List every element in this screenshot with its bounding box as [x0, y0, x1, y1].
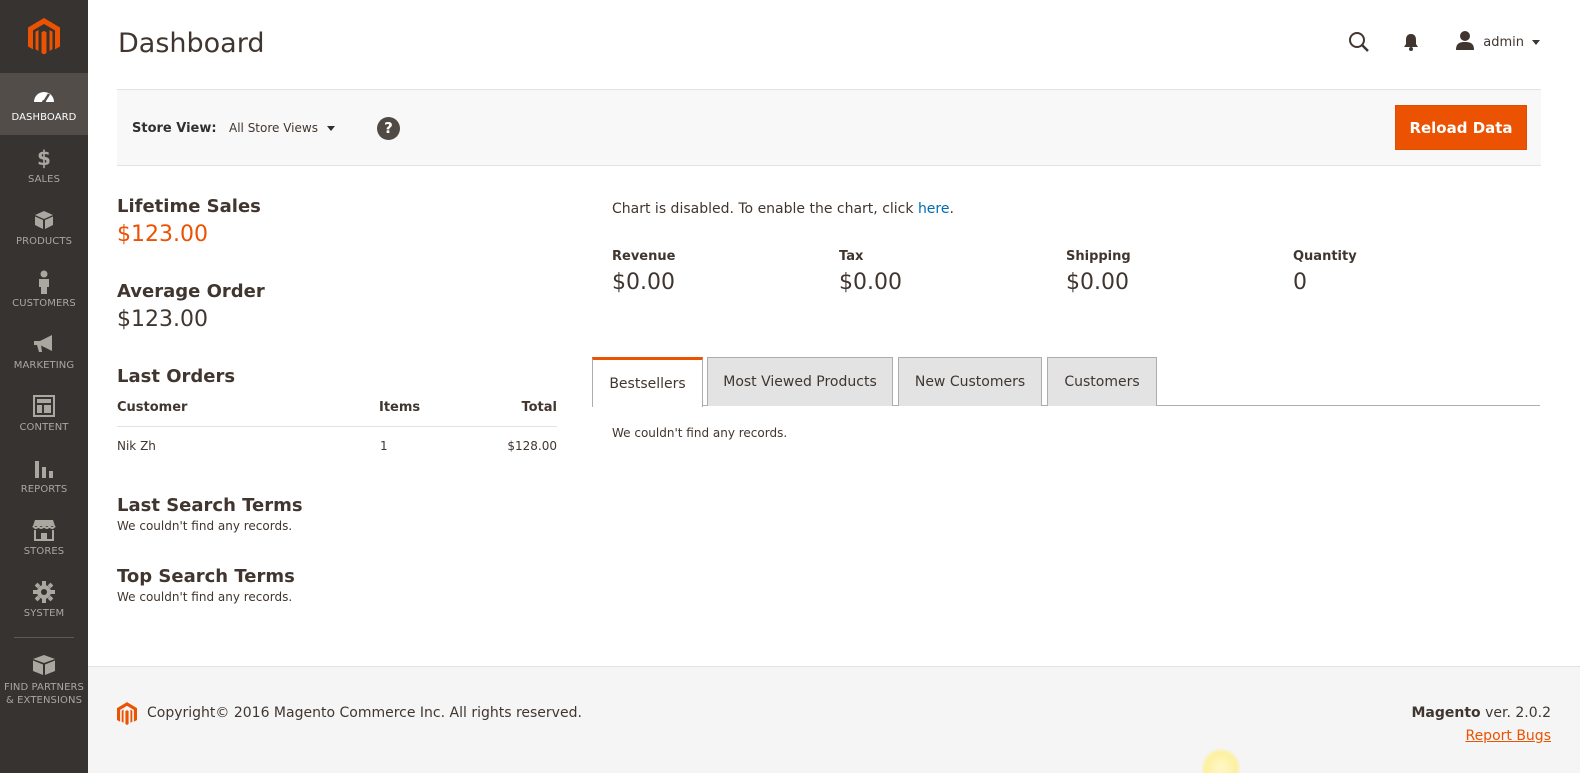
admin-username: admin — [1483, 34, 1524, 50]
tab-customers[interactable]: Customers — [1047, 357, 1157, 406]
total-value: $0.00 — [612, 270, 675, 295]
top-search-terms-title: Top Search Terms — [117, 566, 295, 587]
average-order-title: Average Order — [117, 281, 265, 302]
page-footer: Copyright© 2016 Magento Commerce Inc. Al… — [88, 666, 1580, 773]
bar-chart-icon — [33, 456, 55, 480]
dashboard-tabs: Bestsellers Most Viewed Products New Cus… — [592, 357, 1540, 407]
chart-disabled-message: Chart is disabled. To enable the chart, … — [612, 201, 954, 217]
sidebar-item-label: SYSTEM — [23, 608, 65, 619]
magento-logo-icon — [28, 17, 60, 54]
last-search-terms-empty: We couldn't find any records. — [117, 519, 293, 533]
last-search-terms-title: Last Search Terms — [117, 495, 303, 516]
sidebar-item-label: CONTENT — [19, 422, 69, 433]
sidebar-item-dashboard[interactable]: DASHBOARD — [0, 73, 88, 135]
last-orders-title: Last Orders — [117, 366, 236, 387]
layout-icon — [33, 394, 55, 418]
lifetime-sales-title: Lifetime Sales — [117, 196, 261, 217]
gear-icon — [33, 580, 55, 604]
top-search-terms-empty: We couldn't find any records. — [117, 590, 293, 604]
sidebar-item-label: DASHBOARD — [11, 112, 77, 123]
search-icon[interactable] — [1345, 28, 1373, 56]
megaphone-icon — [32, 332, 56, 356]
total-shipping: Shipping $0.00 — [1066, 249, 1131, 295]
sidebar-item-products[interactable]: PRODUCTS — [0, 197, 88, 259]
tab-most-viewed-products[interactable]: Most Viewed Products — [707, 357, 893, 406]
person-icon — [37, 270, 51, 294]
total-value: $0.00 — [839, 270, 902, 295]
header-actions: admin — [1345, 28, 1540, 56]
store-view-bar: Store View: All Store Views ? Reload Dat… — [117, 89, 1541, 166]
sidebar-item-system[interactable]: SYSTEM — [0, 569, 88, 631]
total-quantity: Quantity 0 — [1293, 249, 1357, 295]
order-items: 1 — [380, 439, 388, 453]
sidebar-item-label: PRODUCTS — [15, 236, 73, 247]
sidebar-item-label: FIND PARTNERS & EXTENSIONS — [3, 682, 85, 706]
tab-new-customers[interactable]: New Customers — [898, 357, 1042, 406]
store-view-switcher[interactable]: All Store Views — [229, 121, 335, 135]
sidebar-item-stores[interactable]: STORES — [0, 507, 88, 569]
order-customer: Nik Zh — [117, 439, 156, 453]
sidebar-item-content[interactable]: CONTENT — [0, 383, 88, 445]
sidebar-divider — [14, 637, 74, 638]
sidebar-item-label: CUSTOMERS — [12, 298, 76, 309]
bell-icon[interactable] — [1397, 28, 1425, 56]
total-revenue: Revenue $0.00 — [612, 249, 675, 295]
tab-bestsellers[interactable]: Bestsellers — [592, 357, 703, 407]
blocks-icon — [32, 653, 56, 677]
version-text: Magento ver. 2.0.2 — [1411, 705, 1551, 721]
sidebar-item-reports[interactable]: REPORTS — [0, 445, 88, 507]
sidebar-item-label: SALES — [27, 174, 61, 185]
magento-logo[interactable] — [0, 0, 88, 73]
sidebar: DASHBOARD $ SALES PRODUCTS CUSTOMERS MAR… — [0, 0, 88, 773]
total-tax: Tax $0.00 — [839, 249, 902, 295]
sidebar-item-marketing[interactable]: MARKETING — [0, 321, 88, 383]
column-header-items: Items — [379, 400, 421, 415]
box-icon — [34, 208, 54, 232]
lifetime-sales-value: $123.00 — [117, 222, 208, 247]
magento-logo-icon — [117, 702, 137, 730]
admin-user-menu[interactable]: admin — [1455, 30, 1540, 54]
chevron-down-icon — [1532, 39, 1540, 45]
sidebar-item-label: REPORTS — [20, 484, 68, 495]
total-label: Tax — [839, 249, 864, 264]
sidebar-item-customers[interactable]: CUSTOMERS — [0, 259, 88, 321]
table-row[interactable] — [117, 428, 557, 460]
total-label: Quantity — [1293, 249, 1357, 264]
copyright-text: Copyright© 2016 Magento Commerce Inc. Al… — [147, 705, 582, 721]
user-icon — [1455, 30, 1475, 54]
reload-data-button[interactable]: Reload Data — [1395, 105, 1527, 150]
sidebar-item-sales[interactable]: $ SALES — [0, 135, 88, 197]
store-view-selected: All Store Views — [229, 121, 318, 135]
tab-content-empty: We couldn't find any records. — [612, 426, 788, 440]
dashboard-icon — [32, 84, 56, 108]
enable-chart-link[interactable]: here — [918, 201, 950, 217]
page-title: Dashboard — [118, 28, 265, 59]
dollar-icon: $ — [37, 146, 51, 170]
column-header-total: Total — [521, 400, 557, 415]
total-value: 0 — [1293, 270, 1307, 295]
order-total: $128.00 — [507, 439, 557, 453]
column-header-customer: Customer — [117, 400, 188, 415]
report-bugs-link[interactable]: Report Bugs — [1465, 728, 1551, 744]
total-label: Revenue — [612, 249, 676, 264]
sidebar-item-find-partners[interactable]: FIND PARTNERS & EXTENSIONS — [0, 644, 88, 716]
total-value: $0.00 — [1066, 270, 1129, 295]
total-label: Shipping — [1066, 249, 1131, 264]
sidebar-item-label: STORES — [23, 546, 65, 557]
chevron-down-icon — [326, 125, 335, 131]
help-icon[interactable]: ? — [377, 117, 400, 140]
store-view-label: Store View: — [132, 121, 217, 136]
sidebar-item-label: MARKETING — [13, 360, 75, 371]
average-order-value: $123.00 — [117, 307, 208, 332]
table-header-divider — [117, 426, 557, 427]
storefront-icon — [32, 518, 56, 542]
